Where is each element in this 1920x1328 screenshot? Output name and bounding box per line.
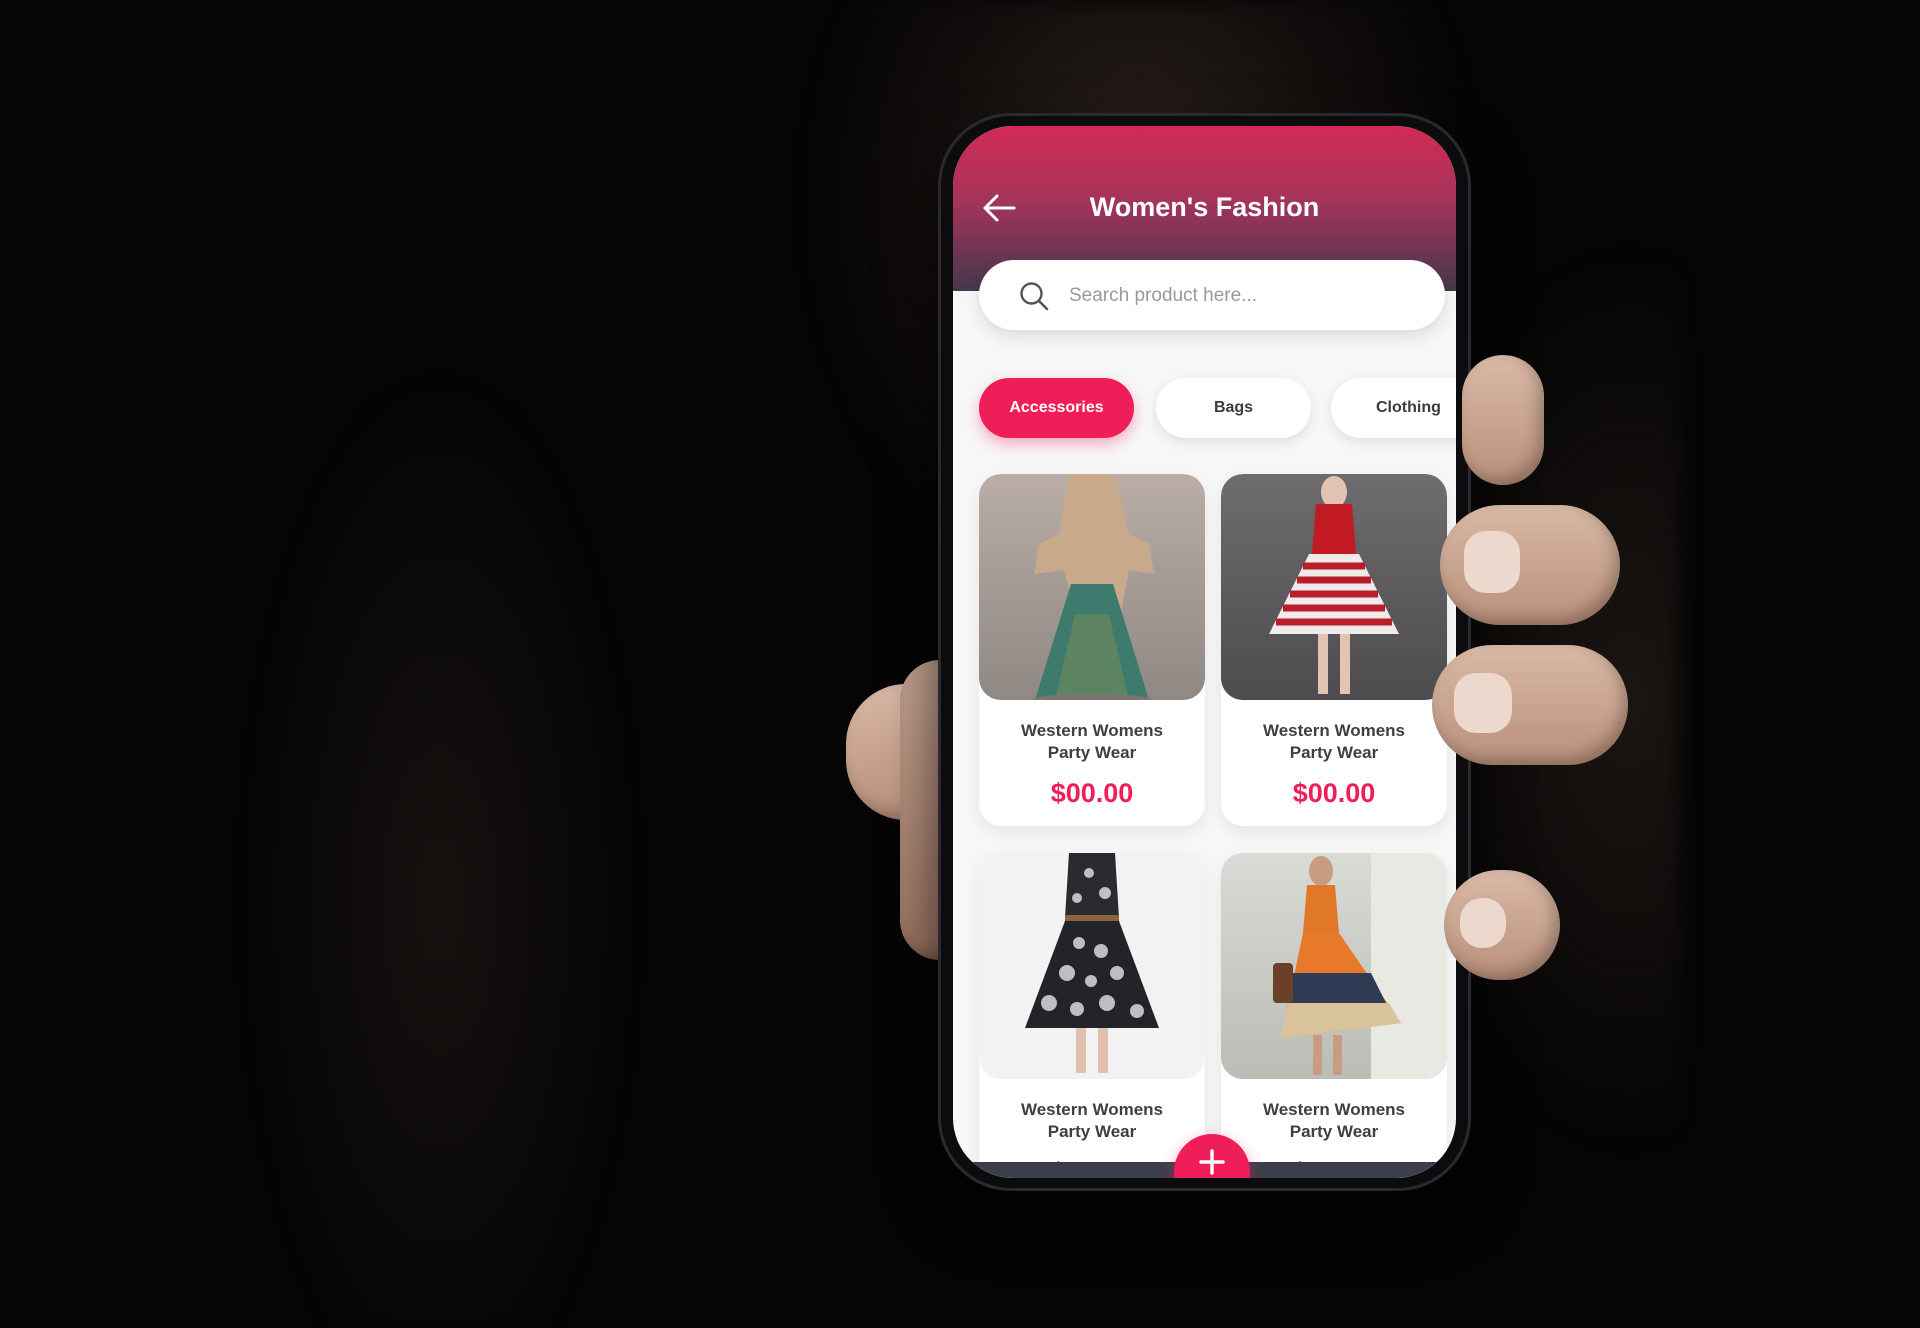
product-card[interactable]: Western Womens Party Wear $00.00 (1221, 474, 1447, 826)
finger-index (1462, 355, 1544, 485)
product-name: Western Womens Party Wear (1262, 721, 1406, 762)
product-card[interactable]: Western Womens Party Wear $00.00 (979, 474, 1205, 826)
finger-little (1444, 870, 1560, 980)
phone-frame: Women's Fashion Accessories Bags Clothin… (941, 116, 1468, 1188)
search-input[interactable] (1067, 276, 1411, 316)
product-name: Western Womens Party Wear (1020, 1100, 1164, 1141)
chip-accessories[interactable]: Accessories (979, 378, 1134, 438)
finger-ring (1432, 645, 1628, 765)
plus-icon (1199, 1149, 1225, 1175)
app-screen: Women's Fashion Accessories Bags Clothin… (953, 126, 1456, 1178)
product-image (979, 474, 1205, 700)
product-image (979, 853, 1205, 1079)
product-price: $00.00 (1050, 778, 1134, 808)
search-icon (1020, 282, 1049, 311)
product-price: $00.00 (1292, 778, 1376, 808)
category-chips: Accessories Bags Clothing (953, 378, 1456, 440)
page-title: Women's Fashion (1089, 192, 1320, 222)
product-name: Western Womens Party Wear (1262, 1100, 1406, 1141)
product-image (1221, 853, 1447, 1079)
search-bar (979, 260, 1445, 330)
chip-bags[interactable]: Bags (1156, 378, 1311, 438)
product-card[interactable]: Western Womens Party Wear $00.00 (1221, 853, 1447, 1178)
finger-middle (1440, 505, 1620, 625)
product-image (1221, 474, 1447, 700)
product-card[interactable]: Western Womens Party Wear $00.00 (979, 853, 1205, 1178)
product-name: Western Womens Party Wear (1020, 721, 1164, 762)
chip-clothing[interactable]: Clothing (1331, 378, 1456, 438)
